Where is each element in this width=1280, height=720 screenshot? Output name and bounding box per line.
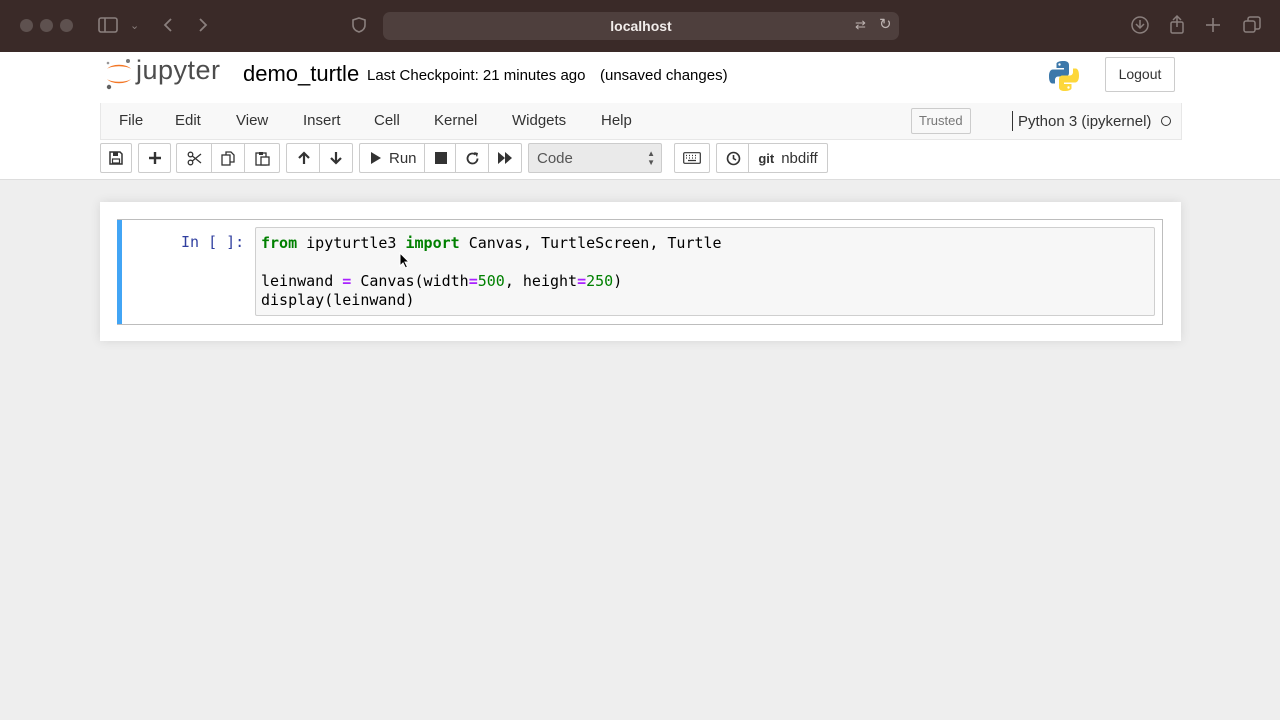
menu-view[interactable]: View bbox=[236, 112, 268, 129]
chevron-down-icon[interactable]: ⌄ bbox=[130, 14, 139, 38]
copy-icon bbox=[221, 150, 235, 166]
code-cell[interactable]: In [ ]: from ipyturtle3 import Canvas, T… bbox=[117, 219, 1163, 325]
code-line-4: display(leinwand) bbox=[261, 291, 415, 309]
python-logo-icon bbox=[1049, 61, 1079, 91]
width-operator: = bbox=[468, 272, 478, 290]
code-line-1: from ipyturtle3 import Canvas, TurtleScr… bbox=[261, 234, 722, 252]
selected-cell-indicator bbox=[117, 220, 122, 324]
translate-icon[interactable]: ⇄ bbox=[855, 17, 866, 33]
move-down-button[interactable] bbox=[319, 143, 353, 173]
code-editor[interactable]: from ipyturtle3 import Canvas, TurtleScr… bbox=[255, 227, 1155, 316]
close-window-button[interactable] bbox=[20, 19, 33, 32]
menu-cell[interactable]: Cell bbox=[374, 112, 400, 129]
paste-button[interactable] bbox=[244, 143, 280, 173]
jupyter-wordmark[interactable]: jupyter bbox=[136, 55, 221, 86]
variable-name: leinwand bbox=[261, 272, 343, 290]
menu-file[interactable]: File bbox=[119, 112, 143, 129]
copy-button[interactable] bbox=[211, 143, 245, 173]
menu-bar: File Edit View Insert Cell Kernel Widget… bbox=[100, 103, 1182, 140]
back-icon[interactable] bbox=[162, 14, 174, 36]
restart-kernel-button[interactable] bbox=[455, 143, 489, 173]
save-icon bbox=[109, 151, 123, 165]
kernel-status-icon bbox=[1161, 116, 1171, 126]
select-arrows-icon: ▲ ▼ bbox=[647, 149, 655, 167]
checkpoint-status: Last Checkpoint: 21 minutes ago bbox=[367, 67, 586, 84]
history-button[interactable] bbox=[716, 143, 749, 173]
tab-overview-icon[interactable] bbox=[1242, 14, 1262, 36]
stop-icon bbox=[434, 152, 447, 164]
save-button[interactable] bbox=[100, 143, 132, 173]
sidebar-toggle-icon[interactable] bbox=[98, 14, 118, 36]
share-icon[interactable] bbox=[1168, 14, 1186, 36]
move-up-button[interactable] bbox=[286, 143, 320, 173]
cell-type-select[interactable]: Code ▲ ▼ bbox=[528, 143, 662, 173]
menu-kernel[interactable]: Kernel bbox=[434, 112, 477, 129]
notebook-container: In [ ]: from ipyturtle3 import Canvas, T… bbox=[100, 202, 1181, 341]
interrupt-button[interactable] bbox=[424, 143, 456, 173]
nbdiff-button[interactable]: git nbdiff bbox=[748, 143, 828, 173]
logout-button[interactable]: Logout bbox=[1105, 57, 1175, 92]
restart-icon bbox=[466, 151, 479, 164]
menu-edit[interactable]: Edit bbox=[175, 112, 201, 129]
width-value: 500 bbox=[477, 272, 505, 290]
zoom-window-button[interactable] bbox=[60, 19, 73, 32]
new-tab-icon[interactable] bbox=[1204, 14, 1222, 36]
keyword-from: from bbox=[261, 234, 298, 252]
run-button[interactable]: Run bbox=[359, 143, 425, 173]
mouse-cursor-icon bbox=[399, 252, 411, 269]
browser-toolbar: ⌄ localhost ⇄ ↻ bbox=[0, 0, 1280, 52]
jupyter-logo-icon[interactable] bbox=[104, 57, 134, 91]
keyword-import: import bbox=[405, 234, 460, 252]
reload-icon[interactable]: ↻ bbox=[879, 15, 892, 33]
minimize-window-button[interactable] bbox=[40, 19, 53, 32]
run-icon bbox=[371, 152, 381, 164]
kernel-name[interactable]: Python 3 (ipykernel) bbox=[1018, 113, 1151, 130]
url-text: localhost bbox=[610, 18, 672, 34]
command-palette-button[interactable] bbox=[674, 143, 710, 173]
imported-names: Canvas, TurtleScreen, Turtle bbox=[459, 234, 722, 252]
notebook-header: jupyter demo_turtle Last Checkpoint: 21 … bbox=[0, 52, 1280, 104]
trusted-indicator[interactable]: Trusted bbox=[911, 108, 971, 134]
arrow-up-icon bbox=[297, 151, 310, 164]
git-label: git bbox=[758, 150, 775, 166]
height-operator: = bbox=[577, 272, 587, 290]
keyboard-icon bbox=[683, 152, 701, 164]
run-label: Run bbox=[389, 149, 417, 167]
paste-icon bbox=[254, 151, 270, 166]
restart-run-all-button[interactable] bbox=[488, 143, 522, 173]
cut-icon bbox=[187, 151, 202, 165]
module-name: ipyturtle3 bbox=[297, 234, 406, 252]
cut-button[interactable] bbox=[176, 143, 212, 173]
height-arg: , height bbox=[504, 272, 578, 290]
fast-forward-icon bbox=[498, 152, 512, 164]
plus-icon bbox=[148, 152, 161, 164]
insert-cell-button[interactable] bbox=[138, 143, 171, 173]
arrow-down-icon bbox=[330, 152, 342, 165]
input-prompt: In [ ]: bbox=[181, 233, 245, 251]
history-icon bbox=[726, 151, 740, 165]
notebook-name[interactable]: demo_turtle bbox=[243, 61, 359, 87]
height-value: 250 bbox=[586, 272, 614, 290]
downloads-icon[interactable] bbox=[1130, 14, 1150, 36]
kernel-separator bbox=[1012, 111, 1013, 131]
menu-insert[interactable]: Insert bbox=[303, 112, 341, 129]
menu-help[interactable]: Help bbox=[601, 112, 632, 129]
address-bar[interactable]: localhost ⇄ ↻ bbox=[383, 12, 899, 40]
code-line-3: leinwand = Canvas(width=500, height=250) bbox=[261, 272, 622, 290]
autosave-status: (unsaved changes) bbox=[600, 67, 728, 84]
assign-operator: = bbox=[342, 272, 352, 290]
privacy-shield-icon[interactable] bbox=[351, 14, 367, 36]
forward-icon[interactable] bbox=[197, 14, 209, 36]
menu-widgets[interactable]: Widgets bbox=[512, 112, 566, 129]
nbdiff-label: nbdiff bbox=[781, 149, 818, 167]
close-paren: ) bbox=[613, 272, 623, 290]
canvas-call: Canvas(width bbox=[351, 272, 469, 290]
cell-type-value: Code bbox=[537, 150, 573, 167]
